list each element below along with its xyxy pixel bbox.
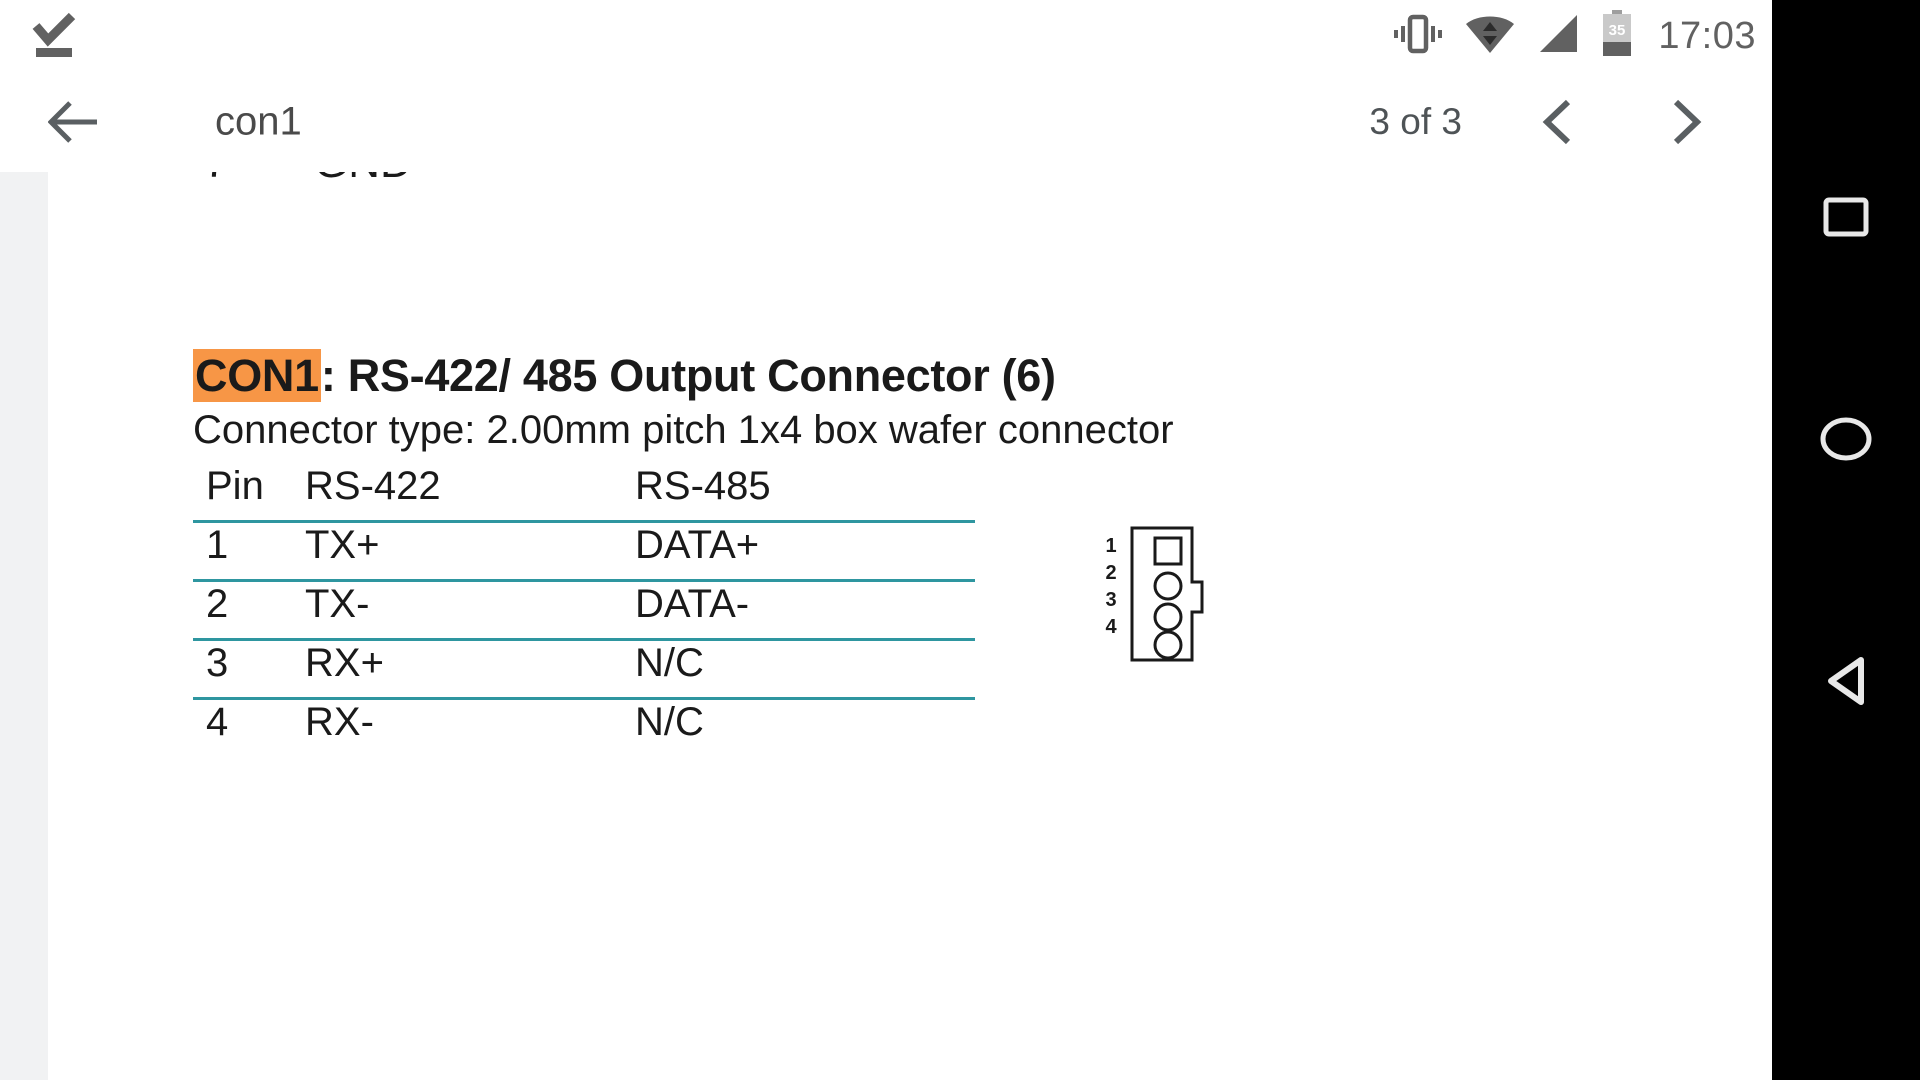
vibrate-icon xyxy=(1392,11,1444,62)
column-header-pin: Pin xyxy=(206,464,264,508)
connector-pin-label: 4 xyxy=(1105,615,1117,638)
cell-rs422: RX+ xyxy=(305,641,384,685)
page-counter: 3 of 3 xyxy=(1369,101,1462,142)
cell-rs485: DATA+ xyxy=(635,523,760,567)
cellular-signal-icon xyxy=(1536,11,1580,62)
chevron-left-icon[interactable] xyxy=(1534,96,1586,148)
table-header-row: Pin RS-422 RS-485 xyxy=(193,464,975,523)
android-navigation-bar xyxy=(1772,0,1920,1080)
clipped-row-pin: 7 xyxy=(204,172,228,188)
cell-rs422: TX- xyxy=(305,582,370,626)
connector-pin-labels: 1 2 3 4 xyxy=(1098,532,1124,640)
document-page: 7 GND CON1: RS-422/ 485 Output Connector… xyxy=(48,172,1772,1080)
cell-pin: 1 xyxy=(206,523,229,567)
heading-highlight: CON1 xyxy=(193,349,321,402)
cell-rs485: N/C xyxy=(635,700,704,744)
square-recents-icon[interactable] xyxy=(1822,196,1870,243)
cell-rs422: RX- xyxy=(305,700,374,744)
download-complete-icon xyxy=(26,10,86,66)
connector-pin-label: 2 xyxy=(1105,561,1117,584)
table-row: 4 RX- N/C xyxy=(193,700,975,759)
cell-pin: 3 xyxy=(206,641,229,685)
heading-rest: : RS-422/ 485 Output Connector (6) xyxy=(320,350,1056,401)
document-viewport[interactable]: 7 GND CON1: RS-422/ 485 Output Connector… xyxy=(0,172,1772,1080)
table-row: 1 TX+ DATA+ xyxy=(193,523,975,582)
column-header-rs485: RS-485 xyxy=(635,464,771,508)
connector-pin-label: 3 xyxy=(1105,588,1117,611)
triangle-back-icon[interactable] xyxy=(1820,653,1872,714)
table-row: 2 TX- DATA- xyxy=(193,582,975,641)
status-bar: 35 17:03 xyxy=(0,0,1772,72)
connector-pinout-diagram: 1 2 3 4 xyxy=(1098,524,1228,664)
wifi-activity-icon xyxy=(1464,11,1516,62)
connector-pin-label: 1 xyxy=(1105,534,1117,557)
cell-pin: 2 xyxy=(206,582,229,626)
connector-body-outline xyxy=(1130,526,1204,662)
cell-pin: 4 xyxy=(206,700,229,744)
section-heading: CON1: RS-422/ 485 Output Connector (6) xyxy=(193,349,1056,402)
cell-rs485: DATA- xyxy=(635,582,750,626)
table-row: 3 RX+ N/C xyxy=(193,641,975,700)
back-arrow-icon[interactable] xyxy=(47,98,100,146)
clock: 17:03 xyxy=(1658,14,1756,57)
app-bar: con1 3 of 3 xyxy=(0,72,1772,179)
connector-type-text: Connector type: 2.00mm pitch 1x4 box waf… xyxy=(193,408,1174,452)
status-icons: 35 17:03 xyxy=(1392,0,1756,72)
clipped-row-signal: GND xyxy=(314,172,412,188)
clipped-previous-table-row: 7 GND xyxy=(48,172,1772,192)
page-title: con1 xyxy=(215,99,302,144)
cell-rs485: N/C xyxy=(635,641,704,685)
chevron-right-icon[interactable] xyxy=(1658,96,1710,148)
phone-screen: 35 17:03 con1 3 of 3 CON1: RS-422/ 485 O… xyxy=(0,0,1920,1080)
battery-level-text: 35 xyxy=(1609,22,1626,39)
battery-icon: 35 xyxy=(1600,9,1634,63)
pin-assignment-table: Pin RS-422 RS-485 1 TX+ DATA+ 2 TX- DATA… xyxy=(193,464,975,759)
cell-rs422: TX+ xyxy=(305,523,380,567)
circle-home-icon[interactable] xyxy=(1818,414,1874,469)
column-header-rs422: RS-422 xyxy=(305,464,441,508)
